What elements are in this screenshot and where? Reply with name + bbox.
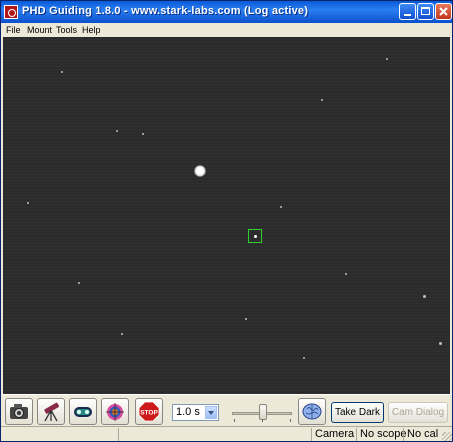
- star: [27, 202, 29, 204]
- star: [439, 342, 442, 345]
- minimize-button[interactable]: [399, 3, 416, 20]
- star: [386, 58, 388, 60]
- guide-star-box[interactable]: [248, 229, 262, 243]
- loop-exposure-button[interactable]: [69, 398, 97, 425]
- slider-tick: [234, 419, 235, 422]
- star: [116, 130, 118, 132]
- exposure-value: 1.0 s: [176, 406, 200, 418]
- star: [280, 206, 282, 208]
- star: [423, 295, 426, 298]
- gamma-slider-thumb[interactable]: [259, 404, 267, 420]
- title-bar[interactable]: PHD Guiding 1.8.0 - www.stark-labs.com (…: [1, 1, 452, 23]
- menu-help[interactable]: Help: [82, 23, 101, 37]
- loop-icon: [74, 407, 92, 417]
- stop-sign-icon: STOP: [138, 401, 160, 422]
- close-button[interactable]: [435, 3, 452, 20]
- chevron-down-icon[interactable]: [205, 406, 217, 419]
- minimize-icon: [404, 14, 411, 16]
- status-calibration: No cal: [403, 428, 443, 441]
- guide-button[interactable]: [101, 398, 129, 425]
- star: [345, 273, 347, 275]
- target-icon: [106, 403, 124, 421]
- star: [303, 357, 305, 359]
- star: [321, 99, 323, 101]
- app-icon: [4, 5, 18, 19]
- stop-label: STOP: [140, 410, 158, 417]
- stop-button[interactable]: STOP: [135, 398, 163, 425]
- close-icon: [439, 7, 448, 16]
- status-bar: Camera No scope No cal: [1, 426, 452, 441]
- brain-icon: [302, 403, 322, 420]
- exposure-duration-select[interactable]: 1.0 s: [172, 404, 219, 421]
- guide-star: [254, 235, 257, 238]
- star: [121, 333, 123, 335]
- camera-connect-button[interactable]: [5, 398, 33, 425]
- status-pane-message: [118, 428, 308, 441]
- take-dark-button[interactable]: Take Dark: [331, 402, 384, 423]
- status-scope: No scope: [356, 428, 406, 441]
- maximize-button[interactable]: [417, 3, 434, 20]
- slider-tick: [262, 419, 263, 422]
- slider-tick: [290, 419, 291, 422]
- advanced-settings-button[interactable]: [298, 398, 326, 425]
- star: [61, 71, 63, 73]
- menu-tools[interactable]: Tools: [56, 23, 77, 37]
- scope-connect-button[interactable]: [37, 398, 65, 425]
- star: [245, 318, 247, 320]
- menu-file[interactable]: File: [6, 23, 21, 37]
- bright-star: [194, 165, 206, 177]
- star: [142, 133, 144, 135]
- maximize-icon: [421, 7, 430, 15]
- camera-icon: [10, 404, 28, 419]
- telescope-icon: [44, 402, 60, 422]
- menu-bar: File Mount Tools Help: [1, 23, 452, 37]
- window-title: PHD Guiding 1.8.0 - www.stark-labs.com (…: [22, 5, 309, 17]
- guide-camera-image[interactable]: [3, 37, 450, 394]
- resize-grip[interactable]: [442, 432, 452, 441]
- status-camera: Camera: [311, 428, 357, 441]
- cam-dialog-button[interactable]: Cam Dialog: [388, 402, 448, 423]
- main-window: PHD Guiding 1.8.0 - www.stark-labs.com (…: [0, 0, 453, 442]
- star: [78, 282, 80, 284]
- toolbar: STOP 1.0 s Take Dark Cam Dialog: [1, 394, 452, 427]
- menu-mount[interactable]: Mount: [27, 23, 52, 37]
